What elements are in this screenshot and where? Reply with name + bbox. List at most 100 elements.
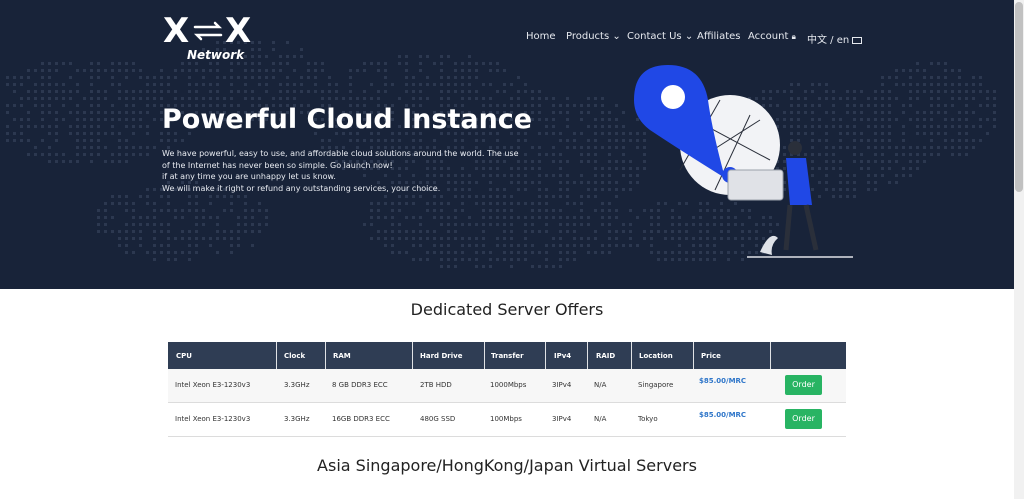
map-dot [895, 69, 898, 72]
map-dot [433, 62, 436, 65]
map-dot [860, 132, 863, 135]
map-dot [601, 132, 604, 135]
map-dot [559, 104, 562, 107]
map-dot [566, 146, 569, 149]
scrollbar-thumb[interactable] [1015, 2, 1023, 192]
map-dot [13, 118, 16, 121]
map-dot [307, 62, 310, 65]
map-dot [258, 55, 261, 58]
map-dot [923, 118, 926, 121]
nav-account[interactable]: Account 🔒︎ [748, 31, 796, 42]
map-dot [867, 181, 870, 184]
column-header: Transfer [491, 352, 524, 360]
map-dot [384, 195, 387, 198]
map-dot [552, 104, 555, 107]
map-dot [125, 90, 128, 93]
map-dot [363, 223, 366, 226]
cell-price[interactable]: $85.00/MRC [699, 411, 746, 419]
map-dot [41, 69, 44, 72]
map-dot [559, 167, 562, 170]
map-dot [615, 167, 618, 170]
map-dot [615, 244, 618, 247]
nav-language[interactable]: 中文 / en [807, 31, 863, 46]
map-dot [41, 153, 44, 156]
nav-products[interactable]: Products ⌄ [566, 31, 621, 42]
map-dot [104, 69, 107, 72]
map-dot [545, 223, 548, 226]
map-dot [146, 83, 149, 86]
cell-price[interactable]: $85.00/MRC [699, 377, 746, 385]
map-dot [524, 83, 527, 86]
map-dot [202, 97, 205, 100]
map-dot [349, 76, 352, 79]
map-dot [104, 216, 107, 219]
map-dot [517, 244, 520, 247]
map-dot [111, 83, 114, 86]
map-dot [587, 181, 590, 184]
map-dot [482, 139, 485, 142]
map-dot [881, 160, 884, 163]
dedicated-server-table: CPU Clock RAM Hard Drive Transfer IPv4 R… [168, 342, 846, 437]
map-dot [160, 139, 163, 142]
map-dot [944, 132, 947, 135]
map-dot [125, 153, 128, 156]
map-dot [902, 125, 905, 128]
map-dot [146, 188, 149, 191]
map-dot [237, 90, 240, 93]
map-dot [209, 90, 212, 93]
map-dot [209, 97, 212, 100]
map-dot [881, 104, 884, 107]
chevron-down-icon: ⌄ [684, 31, 694, 42]
map-dot [930, 90, 933, 93]
map-dot [41, 97, 44, 100]
map-dot [972, 76, 975, 79]
map-dot [580, 111, 583, 114]
map-dot [279, 62, 282, 65]
map-dot [454, 90, 457, 93]
map-dot [916, 69, 919, 72]
map-dot [167, 230, 170, 233]
map-dot [601, 251, 604, 254]
nav-contact[interactable]: Contact Us ⌄ [627, 31, 693, 42]
map-dot [34, 83, 37, 86]
map-dot [510, 83, 513, 86]
map-dot [566, 160, 569, 163]
map-dot [195, 83, 198, 86]
map-dot [517, 251, 520, 254]
map-dot [132, 230, 135, 233]
map-dot [251, 97, 254, 100]
page-scrollbar[interactable] [1014, 0, 1024, 499]
brand-logo[interactable]: X X Network [163, 14, 255, 62]
map-dot [195, 209, 198, 212]
map-dot [97, 230, 100, 233]
map-dot [608, 230, 611, 233]
map-dot [937, 111, 940, 114]
map-dot [867, 97, 870, 100]
map-dot [510, 258, 513, 261]
order-button[interactable]: Order [785, 375, 822, 395]
map-dot [321, 90, 324, 93]
map-dot [468, 97, 471, 100]
nav-home[interactable]: Home [526, 31, 556, 42]
map-dot [153, 209, 156, 212]
nav-affiliates[interactable]: Affiliates [697, 31, 740, 42]
map-dot [594, 195, 597, 198]
map-dot [587, 216, 590, 219]
map-dot [363, 97, 366, 100]
map-dot [426, 202, 429, 205]
map-dot [265, 216, 268, 219]
order-button[interactable]: Order [785, 409, 822, 429]
map-dot [125, 146, 128, 149]
map-dot [167, 244, 170, 247]
map-dot [601, 118, 604, 121]
map-dot [573, 104, 576, 107]
map-dot [531, 244, 534, 247]
map-dot [426, 76, 429, 79]
map-dot [580, 209, 583, 212]
map-dot [55, 90, 58, 93]
map-dot [566, 223, 569, 226]
map-dot [132, 62, 135, 65]
map-dot [895, 76, 898, 79]
map-dot [258, 209, 261, 212]
map-dot [475, 62, 478, 65]
